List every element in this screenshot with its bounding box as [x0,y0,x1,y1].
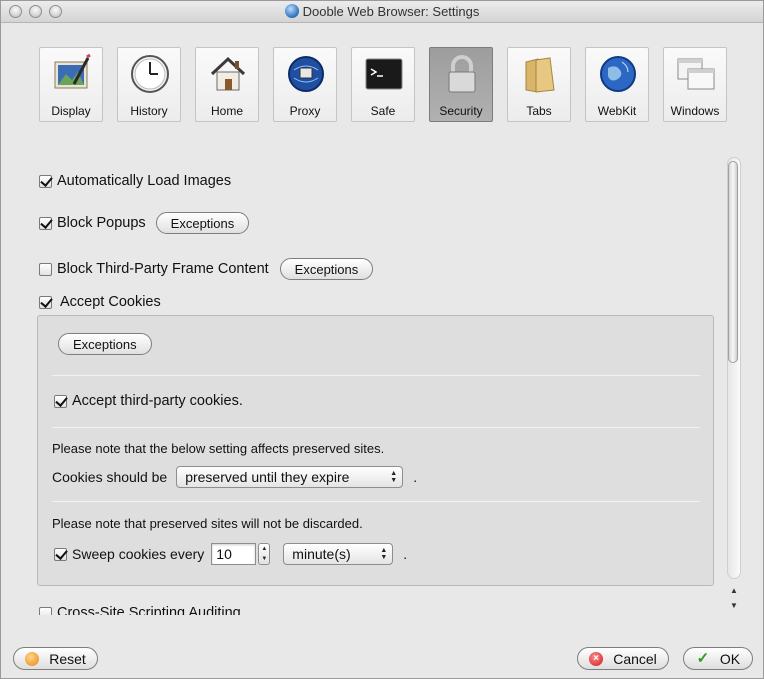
dooble-logo-icon [284,4,299,18]
settings-window: Dooble Web Browser: Settings Display His… [0,0,764,679]
terminal-icon [365,58,403,90]
cookies-retention-select[interactable]: preserved until they expire ▲ ▼ [176,466,404,488]
preserved-sites-note: Please note that the below setting affec… [52,441,385,456]
accept-cookies-checkbox[interactable] [39,295,52,309]
cookies-settings-group: Exceptions Accept third-party cookies. P… [37,315,714,586]
separator [52,501,700,502]
select-arrows-icon: ▲ ▼ [390,470,398,484]
toolbar-label: Safe [370,104,396,118]
scroll-up-arrow-icon[interactable]: ▲ [728,585,740,597]
block-popups-label: Block Popups [57,215,146,231]
cancel-button[interactable]: × Cancel [577,647,669,670]
toolbar-webkit[interactable]: WebKit [585,47,649,122]
select-arrows-icon: ▲ ▼ [380,547,388,561]
third-party-frames-exceptions-button[interactable]: Exceptions [279,258,374,280]
globe-icon [600,56,636,92]
window-title-area: Dooble Web Browser: Settings [1,4,763,19]
toolbar-label: Home [210,104,243,118]
sweep-period-text: . [403,546,408,562]
reset-button[interactable]: Reset [13,647,98,670]
toolbar-safe[interactable]: Safe [351,47,415,122]
toolbar-label: Proxy [289,104,321,118]
cookies-should-be-label: Cookies should be [52,469,168,485]
globe-network-icon [288,56,324,92]
toolbar-label: WebKit [597,104,637,118]
xss-auditing-option[interactable]: Cross-Site Scripting Auditing [39,603,241,615]
accept-third-party-cookies-checkbox[interactable] [54,394,67,408]
toolbar-label: Security [439,104,483,118]
toolbar-label: Windows [670,104,720,118]
reset-label: Reset [49,650,86,667]
toolbar-security[interactable]: Security [429,47,493,122]
windows-icon [677,58,715,90]
block-third-party-frames-checkbox[interactable] [39,262,52,276]
retention-period-text: . [413,469,418,485]
window-title: Dooble Web Browser: Settings [302,4,480,19]
block-popups-option[interactable]: Block Popups Exceptions [39,212,250,234]
cancel-label: Cancel [613,650,657,667]
sweep-cookies-checkbox[interactable] [54,547,67,561]
house-icon [210,56,246,91]
discard-note: Please note that preserved sites will no… [52,516,363,531]
toolbar-home[interactable]: Home [195,47,259,122]
accept-cookies-label: Accept Cookies [60,294,161,310]
sweep-interval-stepper[interactable]: ▲ ▼ [258,543,271,565]
auto-load-images-option[interactable]: Automatically Load Images [39,171,231,191]
toolbar-label: Tabs [526,104,552,118]
toolbar-tabs[interactable]: Tabs [507,47,571,122]
cancel-icon: × [589,651,604,666]
separator [52,375,700,376]
sweep-cookies-row: Sweep cookies every 10 ▲ ▼ minute(s) ▲ ▼ . [52,543,407,565]
block-third-party-frames-label: Block Third-Party Frame Content [57,261,269,277]
title-bar: Dooble Web Browser: Settings [1,1,763,23]
sweep-unit-value: minute(s) [292,546,351,562]
accept-third-party-cookies-option[interactable]: Accept third-party cookies. [54,391,243,411]
sweep-interval-input[interactable]: 10 [211,543,257,565]
auto-load-images-label: Automatically Load Images [57,173,232,189]
toolbar-label: Display [51,104,91,118]
scroll-thumb[interactable] [728,161,738,363]
vertical-scrollbar[interactable]: ▲ ▼ [725,157,741,615]
padlock-icon [448,55,476,93]
toolbar-display[interactable]: Display [39,47,103,122]
display-icon [54,54,91,89]
accept-third-party-cookies-label: Accept third-party cookies. [72,393,243,409]
xss-auditing-label: Cross-Site Scripting Auditing [57,605,241,615]
security-settings-panel: Automatically Load Images Block Popups E… [1,151,741,615]
accept-cookies-option[interactable]: Accept Cookies [39,292,161,312]
block-third-party-frames-option[interactable]: Block Third-Party Frame Content Exceptio… [39,258,374,280]
auto-load-images-checkbox[interactable] [39,174,52,188]
xss-auditing-checkbox[interactable] [39,606,52,615]
block-popups-checkbox[interactable] [39,216,52,230]
ok-label: OK [719,650,741,667]
separator [52,427,700,428]
ok-button[interactable]: ✓ OK [683,647,753,670]
toolbar-history[interactable]: History [117,47,181,122]
folder-icon [525,57,555,93]
toolbar-label: History [130,104,168,118]
clock-icon [131,55,169,93]
sweep-cookies-label: Sweep cookies every [72,546,205,562]
checkmark-icon: ✓ [696,649,710,667]
cookies-retention-row: Cookies should be preserved until they e… [52,466,417,488]
sweep-unit-select[interactable]: minute(s) ▲ ▼ [283,543,394,565]
scroll-down-arrow-icon[interactable]: ▼ [728,600,740,612]
toolbar-proxy[interactable]: Proxy [273,47,337,122]
cookies-retention-value: preserved until they expire [185,469,350,485]
block-popups-exceptions-button[interactable]: Exceptions [155,212,250,234]
toolbar-windows[interactable]: Windows [663,47,727,122]
cookies-exceptions-button[interactable]: Exceptions [58,333,152,355]
reset-icon [25,651,40,666]
